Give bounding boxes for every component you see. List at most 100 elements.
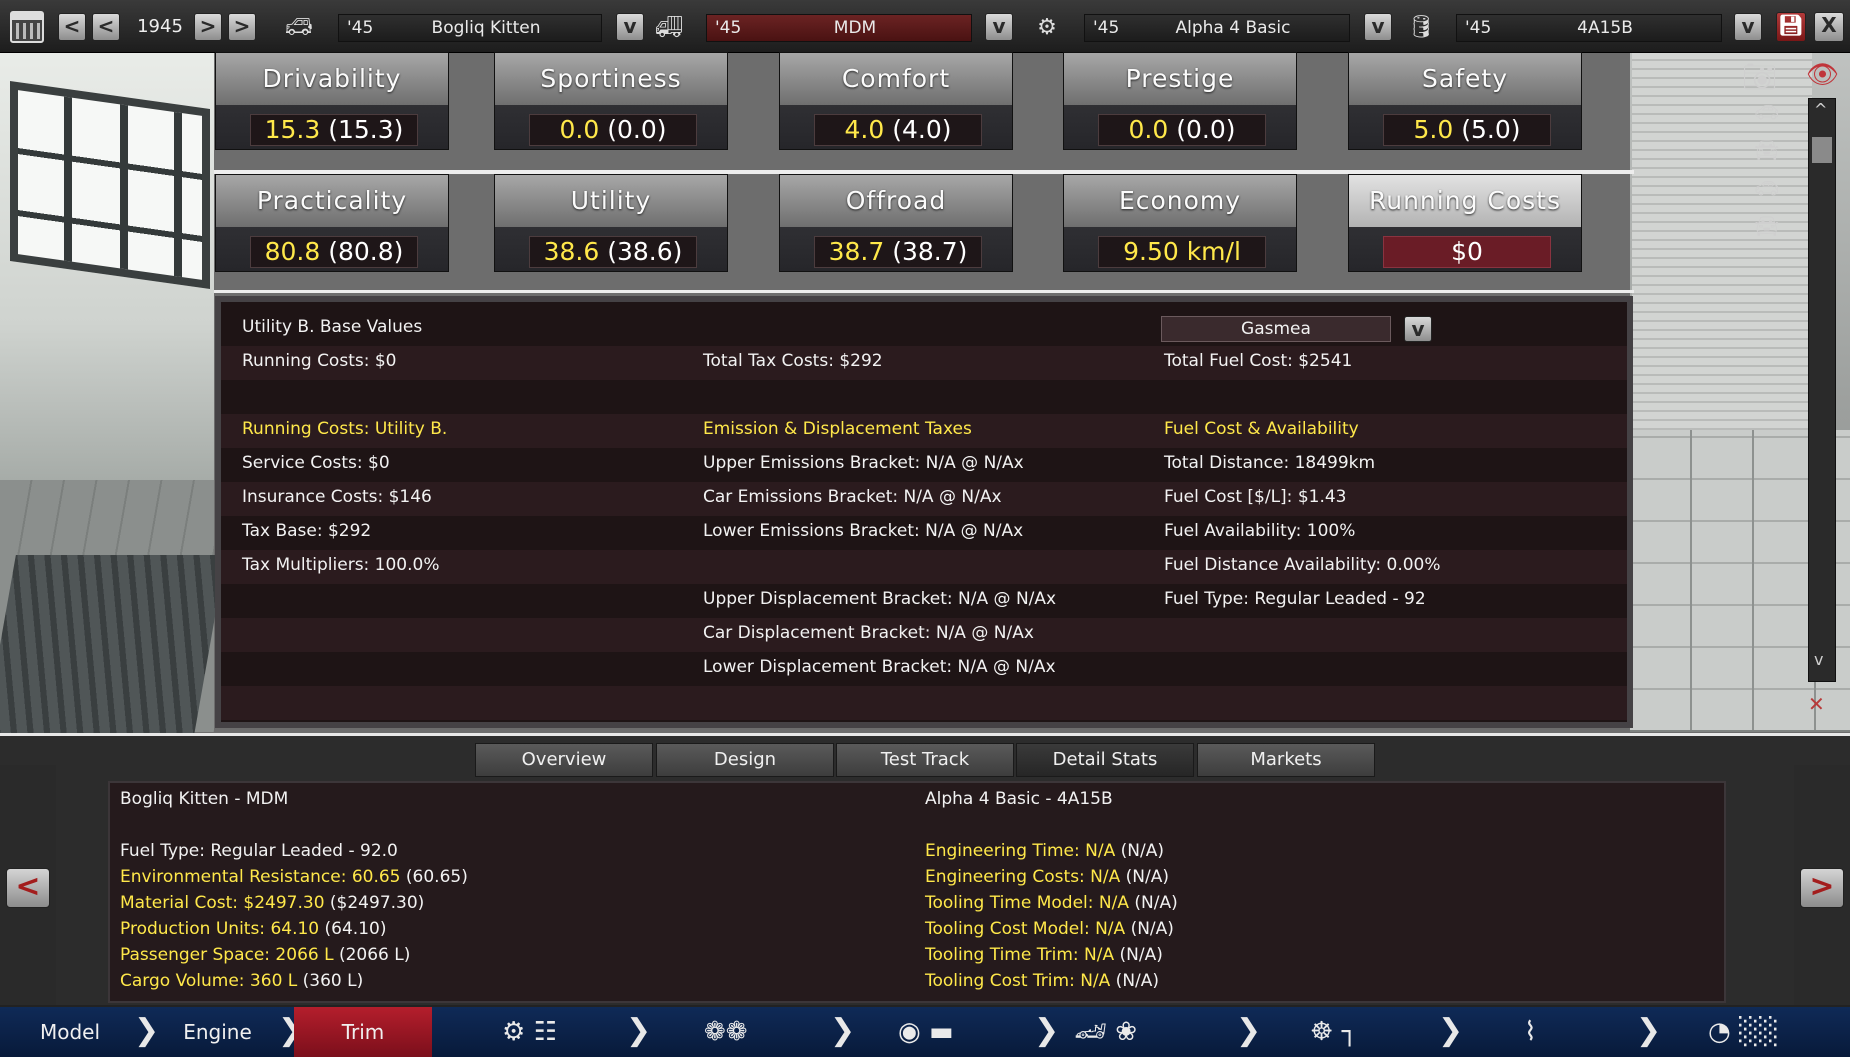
calendar-icon[interactable] [10,11,44,43]
stat-tile-sportiness: Sportiness 0.0 (0.0) [494,52,728,150]
engine-variant-name: 4A15B [1577,18,1633,38]
view-scrollbar[interactable] [1808,98,1836,682]
engine-title: Alpha 4 Basic - 4A15B [925,789,1113,809]
trim-title: Bogliq Kitten - MDM [120,789,289,809]
view-top-icon[interactable]: 🚘︎ [1754,214,1779,238]
detail-line: Fuel Availability: 100% [1164,521,1356,541]
model-name: Bogliq Kitten [431,18,541,38]
designer-step-nav: Model ❯ Engine ❯ Trim ⚙ ☷ ❯ ❁❁ ❯ ◉ ▬ ❯ 🏎… [0,1005,1850,1057]
chassis-icon[interactable]: ◉ ▬ [898,1017,954,1047]
region-select[interactable]: Gasmea [1161,316,1391,342]
tab-overview[interactable]: Overview [475,743,653,777]
stat-tile-offroad: Offroad 38.7 (38.7) [779,174,1013,272]
trim-year: '45 [715,18,742,38]
view-side-icon[interactable]: 🚘︎ [1754,138,1779,162]
tab-test-track[interactable]: Test Track [836,743,1014,777]
top-bar: < < 1945 > > 🚙︎ '45 Bogliq Kitten v 🚚︎ '… [0,0,1850,53]
tab-markets[interactable]: Markets [1197,743,1375,777]
gearbox-icon[interactable]: ⚙ ☷ [502,1017,557,1047]
car-model-icon: 🚙︎ [285,15,313,40]
divider [214,290,1634,293]
reset-view-icon[interactable]: ✕ [1808,692,1825,716]
stat-line: Passenger Space: 2066 L (2066 L) [120,945,411,965]
running-costs-detail-panel: Utility B. Base Values Gasmea v Running … [215,296,1633,728]
scroll-down-icon[interactable]: v [1814,650,1823,669]
chevron-right-icon: ❯ [830,1013,856,1048]
stat-value: 9.50 km/l [1098,236,1266,268]
view-rear-icon[interactable]: 🚗︎ [1754,176,1779,200]
detail-line: Upper Emissions Bracket: N/A @ N/Ax [703,453,1024,473]
detail-line: Car Displacement Bracket: N/A @ N/Ax [703,623,1034,643]
suspension-icon[interactable]: ⌇ [1524,1017,1537,1047]
engine-variant-select[interactable]: '45 4A15B [1456,14,1722,42]
step-trim[interactable]: Trim [294,1007,432,1057]
stat-tile-safety: Safety 5.0 (5.0) [1348,52,1582,150]
chevron-right-icon: ❯ [1034,1013,1060,1048]
model-dropdown-button[interactable]: v [616,13,644,41]
engine-block-icon: ⚙ [1037,15,1057,40]
stat-label: Drivability [216,53,448,105]
detail-line: Insurance Costs: $146 [242,487,432,507]
tab-detail-stats[interactable]: Detail Stats [1016,743,1194,777]
model-select[interactable]: '45 Bogliq Kitten [338,14,602,42]
stat-value: 15.3 (15.3) [250,114,418,146]
detail-line: Car Emissions Bracket: N/A @ N/Ax [703,487,1002,507]
stat-tile-running-costs[interactable]: Running Costs $0 [1348,174,1582,272]
stat-line: Tooling Time Model: N/A (N/A) [925,893,1178,913]
region-dropdown-button[interactable]: v [1404,316,1432,342]
panel-row [221,346,1627,380]
stat-line: Tooling Cost Model: N/A (N/A) [925,919,1174,939]
stat-label: Practicality [216,175,448,227]
garage-shutter [1632,52,1812,472]
step-model[interactable]: Model [0,1007,140,1057]
detail-line: Fuel Cost [$/L]: $1.43 [1164,487,1347,507]
tab-design[interactable]: Design [656,743,834,777]
body-aero-icon[interactable]: 🏎︎ ❀ [1074,1017,1137,1047]
eye-icon[interactable]: 👁︎ [1806,60,1839,90]
stat-label: Comfort [780,53,1012,105]
detail-line: Upper Displacement Bracket: N/A @ N/Ax [703,589,1057,609]
detail-line: Lower Displacement Bracket: N/A @ N/Ax [703,657,1056,677]
stat-tile-practicality: Practicality 80.8 (80.8) [215,174,449,272]
chevron-right-icon: ❯ [1438,1013,1464,1048]
close-button[interactable]: X [1814,12,1844,42]
detail-line: Service Costs: $0 [242,453,390,473]
stat-label: Running Costs [1349,175,1581,227]
year-prev-fast-button[interactable]: < [58,13,86,41]
engine-variant-dropdown-button[interactable]: v [1734,13,1762,41]
year-next-button[interactable]: > [194,13,222,41]
garage-radiator [0,555,226,735]
engine-family-dropdown-button[interactable]: v [1364,13,1392,41]
engine-family-select[interactable]: '45 Alpha 4 Basic [1084,14,1350,42]
view-front-icon[interactable]: 🚗︎ [1754,100,1779,124]
stat-line: Production Units: 64.10 (64.10) [120,919,387,939]
stat-value: 4.0 (4.0) [814,114,982,146]
detail-line: Tax Multipliers: 100.0% [242,555,440,575]
stat-label: Offroad [780,175,1012,227]
engine-variant-icon: 🛢︎ [1407,15,1435,40]
stat-tile-prestige: Prestige 0.0 (0.0) [1063,52,1297,150]
section-title-taxes: Emission & Displacement Taxes [703,419,972,439]
save-icon[interactable]: 💾︎ [1776,12,1806,42]
previous-page-button[interactable]: < [6,868,50,908]
scrollbar-thumb[interactable] [1812,137,1832,163]
summary-total-tax: Total Tax Costs: $292 [703,351,883,371]
next-page-button[interactable]: > [1800,868,1844,908]
model-year: '45 [347,18,374,38]
year-next-fast-button[interactable]: > [228,13,256,41]
interior-icon[interactable]: ☸ ┐ [1310,1017,1357,1047]
wheels-icon[interactable]: ❁❁ [704,1017,748,1047]
trim-select[interactable]: '45 MDM [706,14,972,42]
detail-line: Fuel Type: Regular Leaded - 92 [1164,589,1426,609]
test-finish-icon[interactable]: ◔ ░░ [1708,1017,1779,1047]
detail-stats-panel: Bogliq Kitten - MDM Alpha 4 Basic - 4A15… [108,781,1726,1003]
camera-icon[interactable]: 📷︎ [1742,60,1778,93]
engine-variant-year: '45 [1465,18,1492,38]
trim-dropdown-button[interactable]: v [985,13,1013,41]
panel-row [221,686,1627,720]
summary-running-costs: Running Costs: $0 [242,351,397,371]
year-prev-button[interactable]: < [92,13,120,41]
step-engine[interactable]: Engine [150,1007,285,1057]
stat-line: Engineering Time: N/A (N/A) [925,841,1164,861]
scroll-up-icon[interactable]: ^ [1814,100,1827,119]
